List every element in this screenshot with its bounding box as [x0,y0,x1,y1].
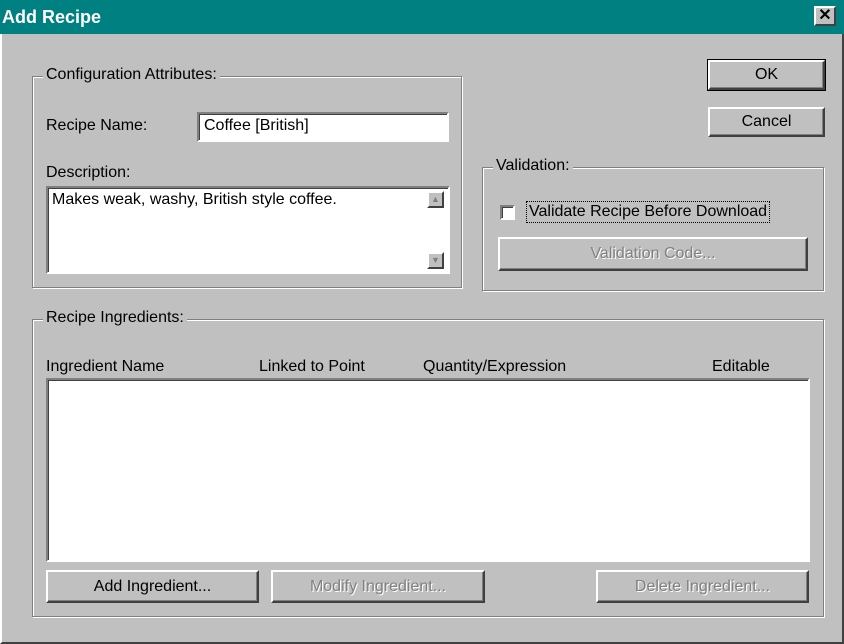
column-header-editable: Editable [712,358,770,375]
description-textarea[interactable]: Makes weak, washy, British style coffee.… [46,186,450,274]
add-ingredient-button-label: Add Ingredient... [93,577,212,595]
ingredients-list[interactable] [46,378,810,562]
validation-code-button[interactable]: Validation Code... [498,237,808,271]
scroll-down-arrow-icon[interactable]: ▼ [427,252,444,269]
recipe-name-label: Recipe Name: [46,117,148,134]
delete-ingredient-button-label: Delete Ingredient... [634,577,771,595]
validate-before-download-checkbox[interactable] [500,205,515,220]
ok-button-label: OK [754,66,779,83]
title-bar: Add Recipe ✕ [0,0,844,34]
modify-ingredient-button-label: Modify Ingredient... [309,577,447,595]
validation-legend: Validation: [493,157,573,175]
description-label: Description: [46,164,131,181]
validation-code-button-label: Validation Code... [590,245,716,262]
recipe-name-value: Coffee [British] [204,117,309,134]
cancel-button[interactable]: Cancel [708,107,825,137]
configuration-attributes-legend: Configuration Attributes: [43,66,220,84]
window-title: Add Recipe [2,7,102,27]
column-header-ingredient-name: Ingredient Name [46,358,165,375]
validate-before-download-label[interactable]: Validate Recipe Before Download [526,201,771,223]
description-value: Makes weak, washy, British style coffee. [52,191,337,208]
close-icon: ✕ [818,7,832,24]
ok-button[interactable]: OK [707,59,826,91]
modify-ingredient-button[interactable]: Modify Ingredient... [271,570,485,603]
validation-group: Validation: [482,157,824,291]
delete-ingredient-button[interactable]: Delete Ingredient... [596,570,809,603]
column-header-linked-to-point: Linked to Point [259,358,365,375]
cancel-button-label: Cancel [741,113,792,130]
scroll-up-arrow-icon[interactable]: ▲ [427,191,444,208]
close-button[interactable]: ✕ [814,6,836,26]
column-header-quantity-expression: Quantity/Expression [423,358,567,375]
recipe-name-input[interactable]: Coffee [British] [197,112,449,142]
add-ingredient-button[interactable]: Add Ingredient... [46,570,259,603]
recipe-ingredients-legend: Recipe Ingredients: [43,309,187,327]
